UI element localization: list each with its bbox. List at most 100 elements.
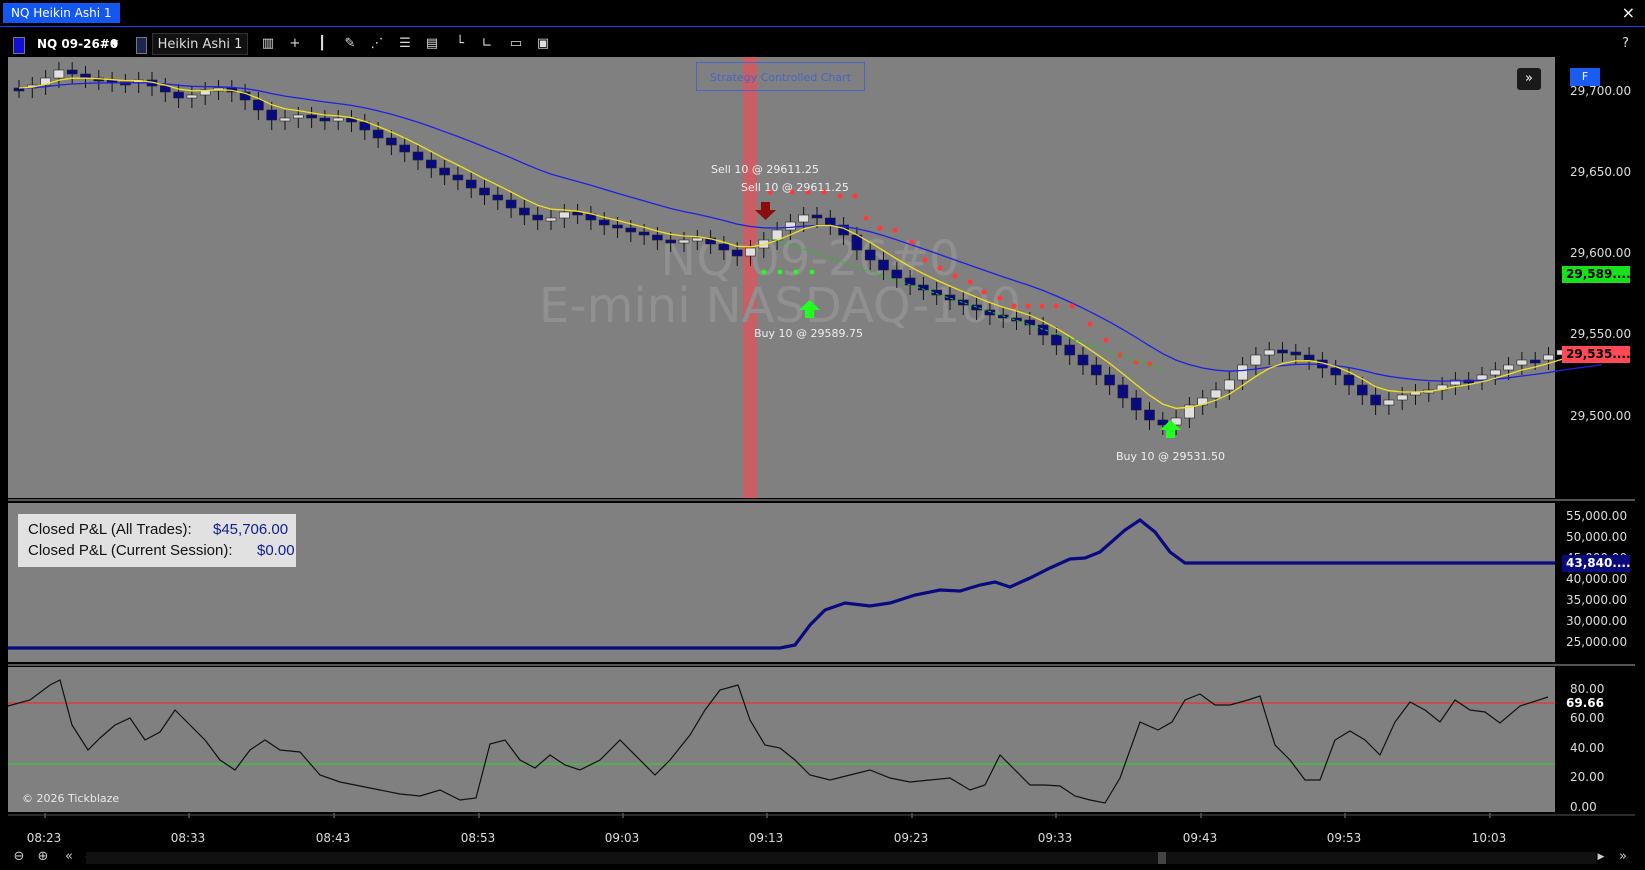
pnl-axis-label: 35,000.00	[1566, 593, 1627, 607]
pnl-summary-box: Closed P&L (All Trades): $45,706.00 Clos…	[18, 514, 296, 567]
price-axis-label: 29,500.00	[1570, 409, 1631, 423]
fast-forward-icon[interactable]: »	[1517, 68, 1541, 90]
candle-body	[66, 69, 78, 75]
chart-canvas[interactable]: NQ 09-26#0E-mini NASDAQ-10029,700.0029,6…	[0, 0, 1645, 870]
stop-dot	[1011, 303, 1017, 309]
stop-dot	[1103, 337, 1109, 343]
stop-dot	[1117, 352, 1123, 358]
candle-body	[1277, 349, 1288, 354]
oscillator-axis-label: 40.00	[1570, 741, 1604, 755]
time-axis-label: 08:53	[461, 831, 496, 845]
candle-body	[665, 239, 677, 244]
pnl-axis-label: 40,000.00	[1566, 572, 1627, 586]
stop-dot	[1087, 321, 1093, 327]
pnl-all-label: Closed P&L (All Trades):	[28, 521, 192, 538]
candle-body	[452, 174, 464, 181]
candle-body	[558, 211, 570, 219]
candle-body	[1370, 394, 1381, 406]
candle-body	[1383, 399, 1395, 406]
candle-body	[425, 159, 437, 169]
candle-body	[1303, 354, 1315, 361]
zoom-in-icon[interactable]: ⊕	[34, 848, 52, 866]
candle-body	[292, 114, 304, 119]
target-dot	[761, 269, 767, 275]
candle-body	[1503, 364, 1514, 371]
candle-body	[1117, 384, 1129, 399]
candle-body	[80, 73, 91, 79]
candle-body	[811, 214, 823, 219]
candle-body	[1104, 374, 1115, 386]
candle-body	[545, 217, 557, 222]
candle-body	[399, 144, 411, 153]
stop-dot	[997, 295, 1003, 301]
zoom-out-icon[interactable]: ⊖	[10, 848, 28, 866]
candle-body	[519, 207, 530, 216]
price-tag-green: 29,589....	[1562, 266, 1631, 283]
price-tag-red: 29,535....	[1562, 346, 1631, 363]
scroll-start-icon[interactable]: «	[60, 848, 78, 866]
oscillator-value-tag: 69.66	[1566, 696, 1604, 710]
candle-body	[319, 117, 331, 122]
stop-dot	[892, 227, 898, 233]
candle-body	[678, 239, 690, 244]
stop-dot	[981, 289, 987, 295]
candle-body	[532, 214, 544, 221]
time-axis-label: 09:33	[1038, 831, 1073, 845]
candle-body	[186, 94, 198, 99]
time-axis-label: 09:13	[749, 831, 784, 845]
stop-dot	[877, 225, 883, 231]
stop-dot	[837, 193, 843, 199]
candle-body	[864, 249, 876, 261]
candle-body	[505, 199, 517, 209]
candle-body	[1224, 379, 1235, 391]
stop-dot	[863, 215, 869, 221]
oscillator-axis-label: 60.00	[1570, 711, 1604, 725]
candle-body	[718, 243, 730, 251]
trade-label-buy: Buy 10 @ 29589.75	[754, 327, 864, 340]
candle-body	[891, 269, 903, 279]
pnl-axis-label: 30,000.00	[1566, 614, 1627, 628]
candle-body	[1490, 369, 1501, 376]
candle-body	[1250, 354, 1262, 366]
stop-dot	[909, 239, 915, 245]
target-dot	[777, 269, 783, 275]
candle-body	[1064, 344, 1075, 356]
scrollbar-thumb[interactable]	[1158, 852, 1166, 864]
horizontal-scrollbar[interactable]	[86, 852, 1596, 864]
stop-dot	[852, 193, 858, 199]
trade-label-buy: Buy 10 @ 29531.50	[1116, 450, 1226, 463]
pnl-axis-label: 50,000.00	[1566, 530, 1627, 544]
candle-body	[253, 99, 264, 111]
time-axis-label: 09:43	[1183, 831, 1218, 845]
candle-body	[306, 114, 317, 119]
trade-label-sell: Sell 10 @ 29611.25	[711, 163, 819, 176]
scroll-end-icon[interactable]: »	[1614, 848, 1632, 866]
candle-body	[1330, 367, 1341, 376]
candle-body	[798, 214, 810, 223]
oscillator-axis-label: 80.00	[1570, 682, 1604, 696]
candle-body	[53, 69, 65, 79]
stop-dot	[922, 257, 928, 263]
stop-dot	[1053, 303, 1059, 309]
time-axis-label: 08:33	[171, 831, 206, 845]
candle-body	[492, 194, 504, 201]
candle-body	[652, 234, 663, 241]
time-axis-label: 08:23	[27, 831, 62, 845]
candle-body	[625, 227, 637, 233]
stop-dot	[937, 265, 943, 271]
pnl-axis-label: 25,000.00	[1566, 635, 1627, 649]
candle-body	[1051, 334, 1062, 346]
candle-body	[372, 129, 384, 139]
watermark-name: E-mini NASDAQ-100	[539, 278, 1021, 334]
price-axis-label: 29,650.00	[1570, 165, 1631, 179]
oscillator-axis-label: 20.00	[1570, 770, 1604, 784]
candle-body	[1476, 374, 1488, 381]
scroll-right-icon[interactable]: ▶	[1592, 848, 1610, 866]
time-axis-label: 09:03	[605, 831, 640, 845]
candle-body	[439, 167, 450, 176]
candle-body	[904, 277, 916, 286]
price-axis-label: 29,600.00	[1570, 246, 1631, 260]
pnl-session-label: Closed P&L (Current Session):	[28, 542, 233, 559]
copyright-text: © 2026 Tickblaze	[22, 792, 120, 805]
f-button[interactable]: F	[1570, 68, 1600, 86]
